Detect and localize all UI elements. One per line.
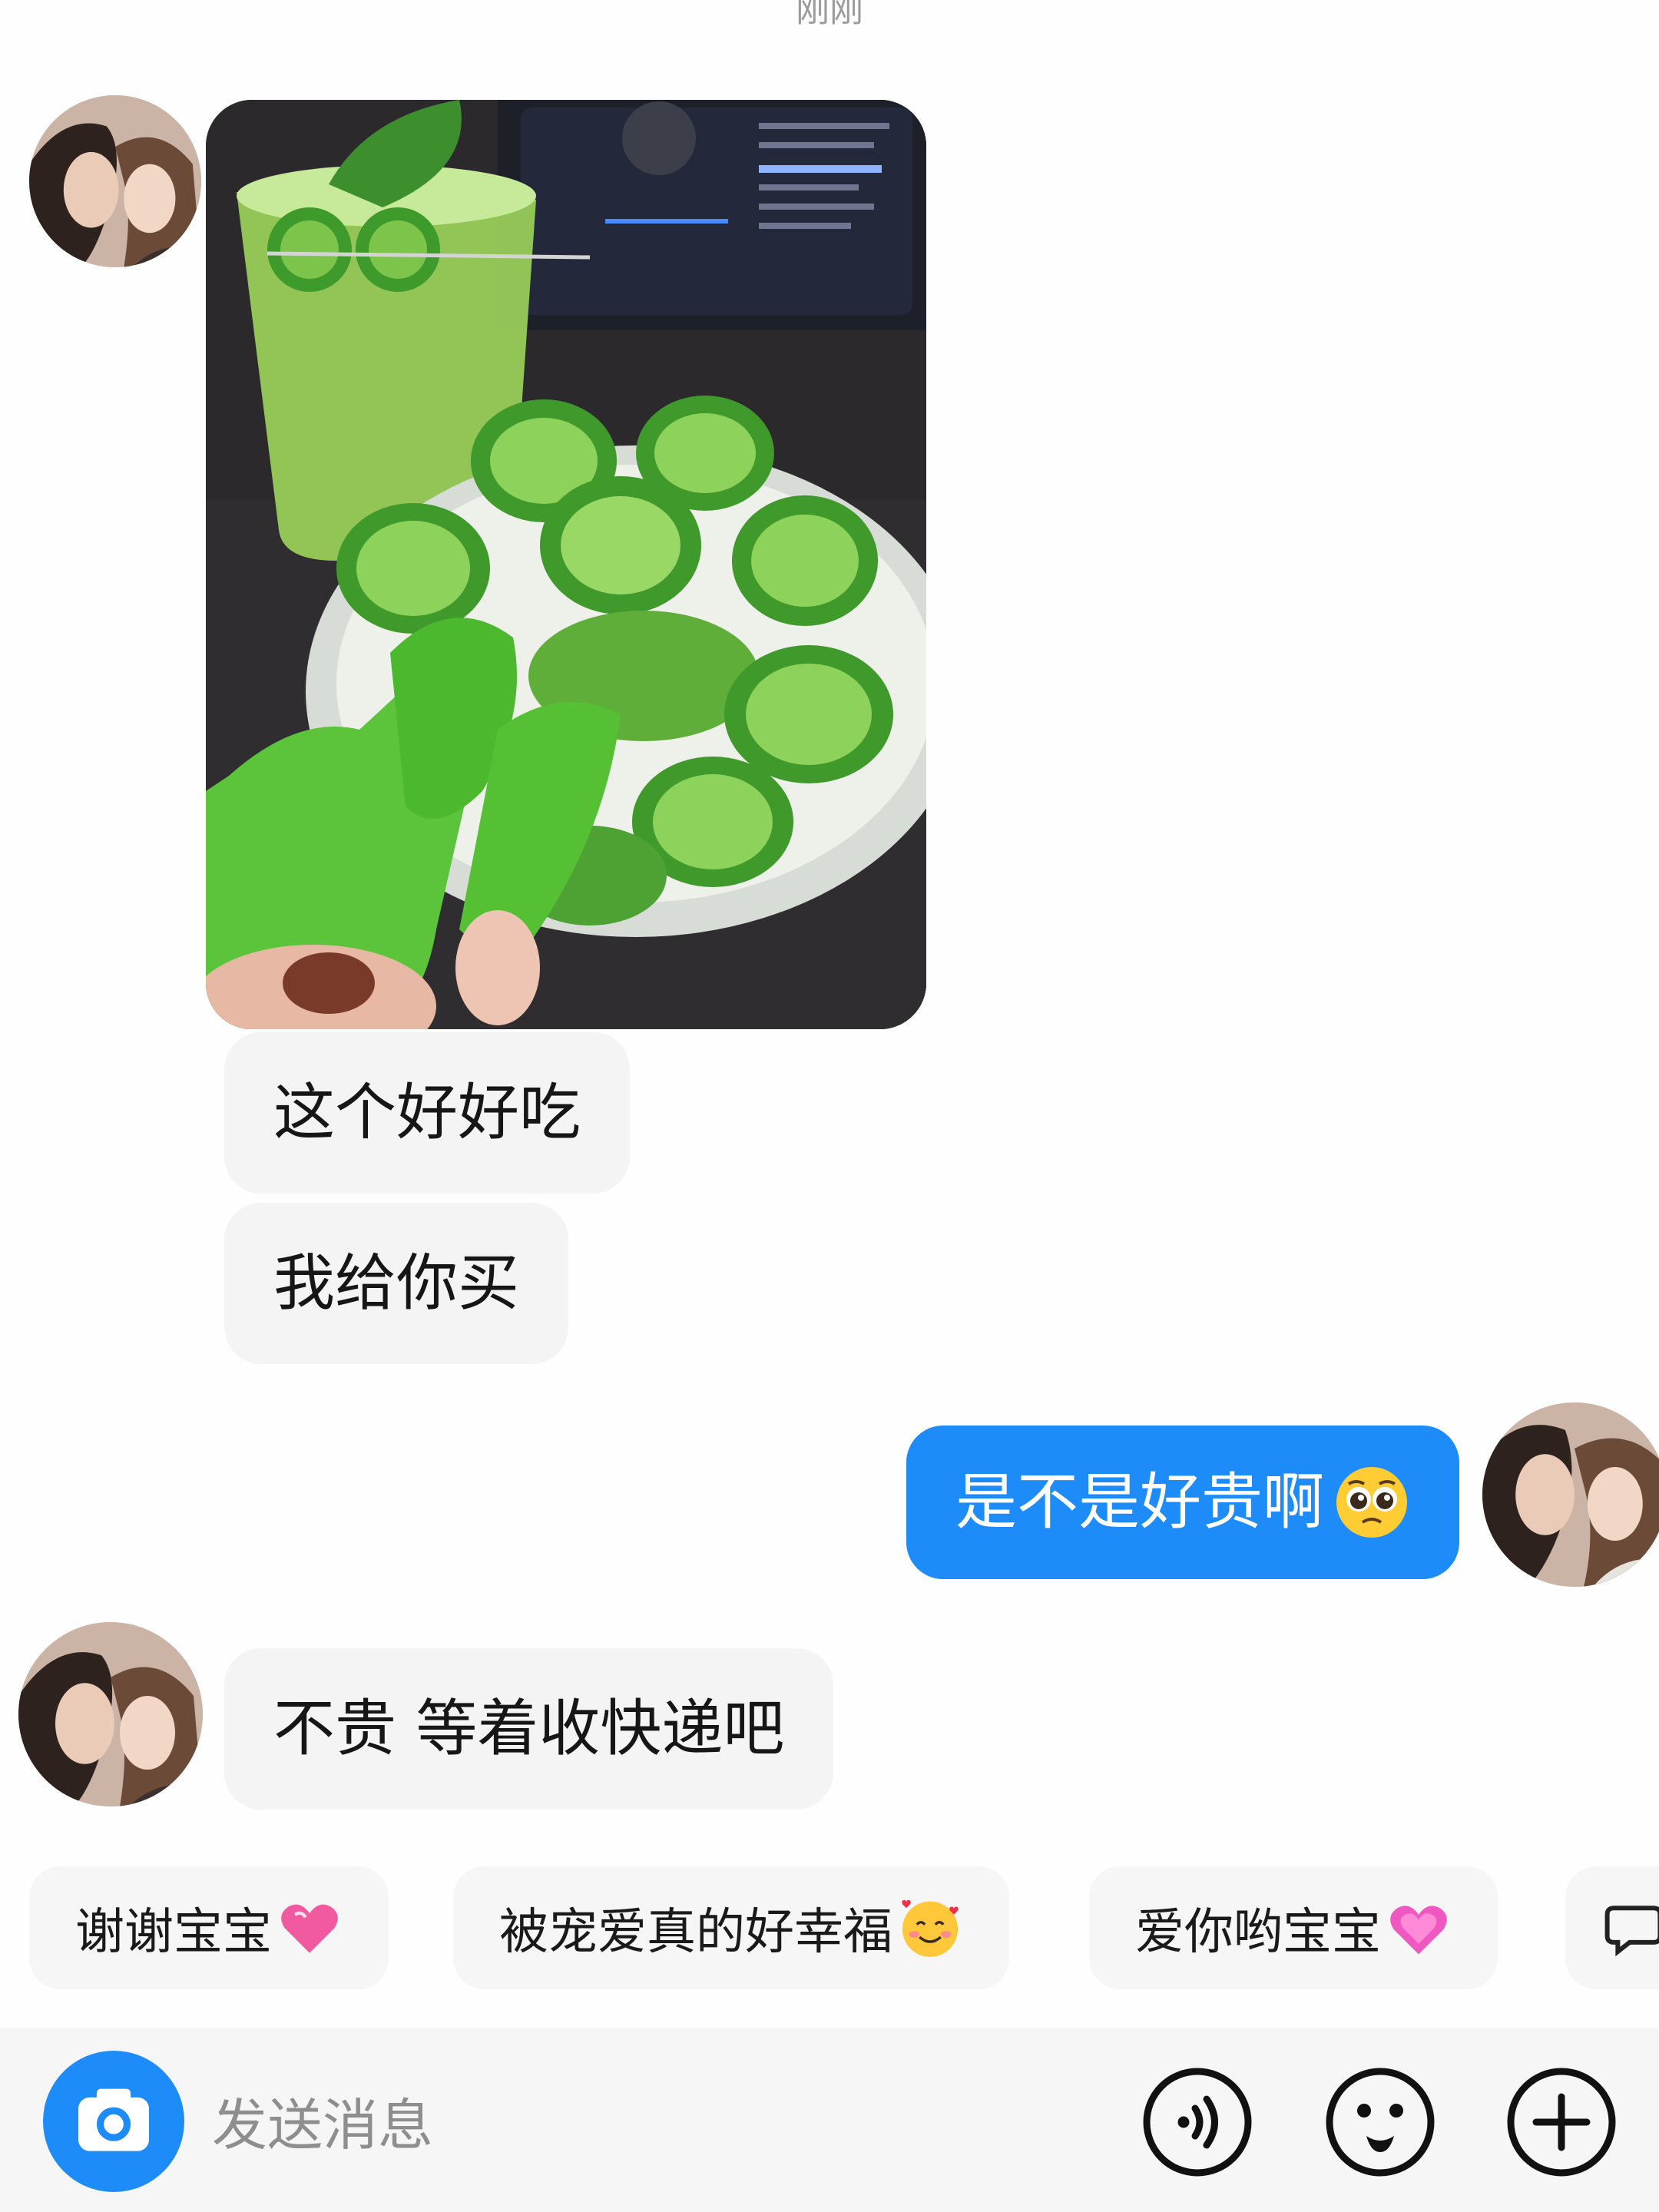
emoji-button[interactable] xyxy=(1323,2065,1438,2180)
quick-reply-chip[interactable]: 爱你哟宝宝 xyxy=(1089,1866,1498,1989)
photo-message[interactable] xyxy=(206,100,926,1029)
my-avatar[interactable] xyxy=(1482,1402,1659,1587)
sparkling-heart-icon xyxy=(276,1895,343,1961)
more-button[interactable] xyxy=(1504,2065,1619,2180)
message-text: 不贵 等着收快递吧 xyxy=(273,1693,785,1764)
incoming-message-bubble[interactable]: 不贵 等着收快递吧 xyxy=(224,1648,834,1810)
outgoing-message-bubble[interactable]: 是不是好贵啊 xyxy=(906,1426,1459,1579)
message-text: 是不是好贵啊 xyxy=(955,1466,1324,1538)
contact-avatar[interactable] xyxy=(18,1622,203,1806)
growing-heart-icon xyxy=(1386,1895,1452,1961)
quick-reply-bar: 谢谢宝宝 被宠爱真的好幸福 爱你哟宝宝 xyxy=(29,1866,1659,1989)
voice-icon xyxy=(1143,2068,1252,2177)
incoming-message-bubble[interactable]: 这个好好吃 xyxy=(224,1032,630,1194)
message-text: 我给你买 xyxy=(273,1247,519,1319)
incoming-message-bubble[interactable]: 我给你买 xyxy=(224,1203,568,1364)
message-input-bar: 发送消息 xyxy=(0,2028,1659,2212)
contact-avatar[interactable] xyxy=(29,95,201,267)
camera-icon xyxy=(78,2088,149,2151)
message-text: 这个好好吃 xyxy=(273,1077,581,1148)
message-input[interactable]: 发送消息 xyxy=(212,2074,1057,2166)
quick-reply-text: 被宠爱真的好幸福 xyxy=(499,1904,892,1961)
quick-reply-chip[interactable]: 谢谢宝宝 xyxy=(29,1866,389,1989)
emoji-icon xyxy=(1326,2068,1435,2177)
voice-button[interactable] xyxy=(1140,2065,1255,2180)
message-timestamp: 刚刚 xyxy=(796,0,863,30)
smiling-face-with-hearts-icon xyxy=(897,1895,963,1961)
camera-button[interactable] xyxy=(43,2051,184,2192)
quick-reply-text: 爱你哟宝宝 xyxy=(1135,1904,1381,1961)
pleading-face-icon xyxy=(1333,1464,1410,1541)
quick-reply-chip[interactable]: 被宠爱真的好幸福 xyxy=(453,1866,1009,1989)
quick-reply-text: 谢谢宝宝 xyxy=(75,1904,272,1961)
chat-screen: 刚刚 这个好好吃 我给你买 是不是好贵啊 不贵 等着收快递吧 谢谢宝宝 被宠爱真… xyxy=(0,0,1659,2212)
plus-icon xyxy=(1507,2068,1616,2177)
chat-bubble-icon xyxy=(1601,1895,1659,1961)
quick-reply-chip[interactable] xyxy=(1565,1866,1659,1989)
